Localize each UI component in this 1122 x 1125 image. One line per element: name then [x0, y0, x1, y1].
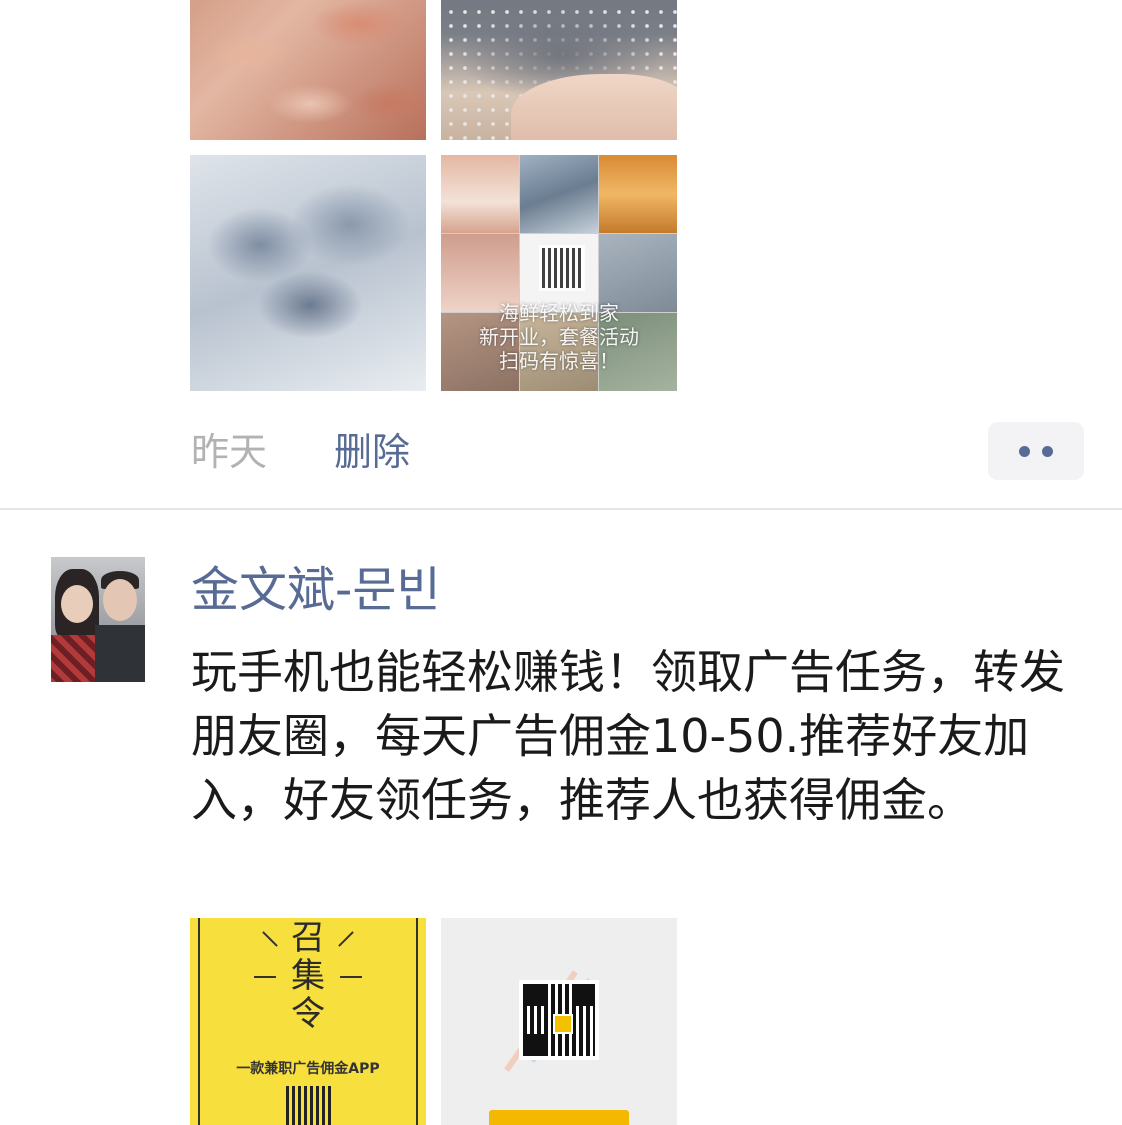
- collage-caption-line: 扫码有惊喜！: [499, 349, 619, 373]
- post-image-fish-on-ice[interactable]: [190, 155, 426, 391]
- poster-title-char: 召: [291, 918, 325, 958]
- collage-caption-line: 新开业，套餐活动: [479, 325, 639, 349]
- poster-title-char: 令: [291, 994, 325, 1034]
- post-image-grouper-fish[interactable]: [441, 0, 677, 140]
- post-timestamp: 昨天: [191, 430, 268, 474]
- avatar[interactable]: [51, 557, 145, 682]
- poster-title-char: 集: [291, 956, 325, 996]
- qr-code-icon: [539, 245, 585, 291]
- dot-icon: [1042, 445, 1053, 457]
- collage-caption-line: 海鲜轻松到家: [499, 301, 619, 325]
- qr-code-icon: [286, 1086, 332, 1125]
- post-image-qr-code[interactable]: [441, 918, 677, 1125]
- post-body-text: 玩手机也能轻松赚钱！领取广告任务，转发朋友圈，每天广告佣金10-50.推荐好友加…: [191, 645, 1065, 827]
- post-image-seafood-collage[interactable]: 海鲜轻松到家 新开业，套餐活动 扫码有惊喜！: [441, 155, 677, 391]
- poster-subtitle: 一款兼职广告佣金APP: [236, 1061, 380, 1077]
- delete-link[interactable]: 删除: [334, 428, 410, 476]
- qr-code-icon: [519, 980, 599, 1060]
- hand-image-detail: [511, 74, 677, 140]
- post-divider: [0, 508, 1122, 510]
- dot-icon: [1019, 445, 1030, 457]
- more-actions-button[interactable]: [988, 422, 1084, 480]
- post-image-yellow-poster[interactable]: 召 集 令 一款兼职广告佣金APP: [190, 918, 426, 1125]
- post-image-red-fish[interactable]: [190, 0, 426, 140]
- poster-button-shape: [489, 1110, 629, 1125]
- post-author-name[interactable]: 金文斌-문빈: [191, 560, 441, 620]
